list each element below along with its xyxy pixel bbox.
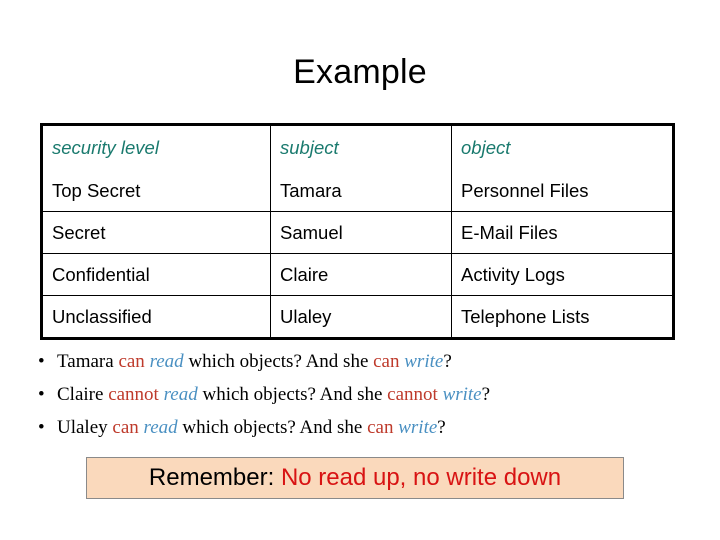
action-keyword: write [442,384,482,405]
callout-text: Remember: No read up, no write down [149,464,561,492]
table-row: Confidential Claire Activity Logs [41,253,674,296]
cell-subject: Claire [270,253,452,296]
cell-object: Telephone Lists [451,295,674,339]
list-item: • Ulaley can read which objects? And she … [30,411,690,444]
action-keyword: read [149,351,184,372]
action-keyword: read [143,417,178,438]
cell-subject: Samuel [270,211,452,254]
bullet-text-mid: which objects? And she [177,417,368,438]
column-header-subject: subject [270,124,452,170]
bullet-marker-icon: • [38,417,45,438]
cell-subject: Tamara [270,170,452,212]
table-row: Unclassified Ulaley Telephone Lists [41,295,674,339]
permission-keyword: can [112,417,139,438]
bullet-marker-icon: • [38,351,45,372]
list-item: • Tamara can read which objects? And she … [30,345,690,378]
bullet-text-mid: which objects? And she [197,384,388,405]
action-keyword: write [398,417,438,438]
callout-prefix: Remember: [148,464,281,491]
table-row: Top Secret Tamara Personnel Files [41,170,674,212]
column-header-security-level: security level [41,124,271,170]
question-bullet-list: • Tamara can read which objects? And she … [30,345,690,444]
cell-object: E-Mail Files [451,211,674,254]
permission-keyword: cannot [387,384,438,405]
permission-keyword: can [367,417,394,438]
bullet-text-tail: ? [437,417,446,438]
cell-object: Personnel Files [451,170,674,212]
bullet-text-mid: which objects? And she [183,351,374,372]
permission-keyword: cannot [108,384,159,405]
bullet-text-lead: Tamara [57,351,119,372]
bullet-marker-icon: • [38,384,45,405]
action-keyword: write [404,351,444,372]
bullet-text-tail: ? [481,384,491,405]
cell-security-level: Confidential [41,253,271,296]
remember-callout-box: Remember: No read up, no write down [86,457,624,499]
callout-accent-text: No read up, no write down [280,464,562,491]
table-row: Secret Samuel E-Mail Files [41,211,674,254]
list-item: • Claire cannot read which objects? And s… [30,378,690,411]
bullet-text-lead: Claire [57,384,109,405]
bullet-text-tail: ? [443,351,452,372]
page-title: Example [293,53,427,91]
table-header-row: security level subject object [41,124,674,170]
bullet-text-lead: Ulaley [57,417,113,438]
security-levels-table: security level subject object Top Secret… [40,123,675,340]
permission-keyword: can [373,351,400,372]
cell-subject: Ulaley [270,295,452,339]
cell-security-level: Secret [41,211,271,254]
cell-security-level: Top Secret [41,170,271,212]
cell-security-level: Unclassified [41,295,271,339]
cell-object: Activity Logs [451,253,674,296]
action-keyword: read [163,384,198,405]
permission-keyword: can [118,351,145,372]
column-header-object: object [451,124,674,170]
